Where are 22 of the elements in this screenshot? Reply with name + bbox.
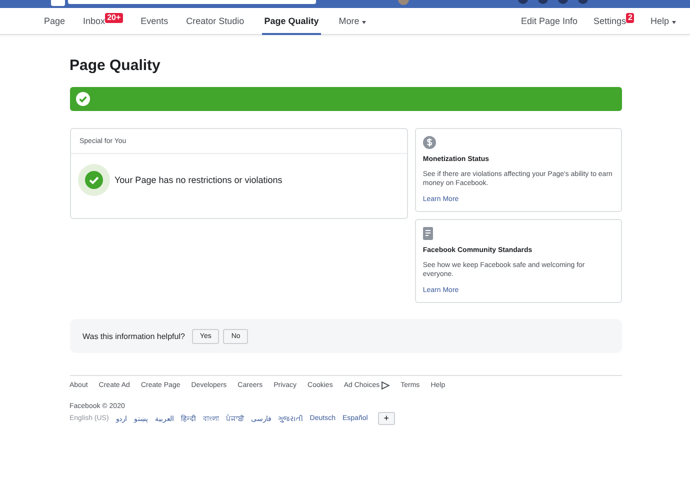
- check-icon: [76, 92, 90, 106]
- nav-tab[interactable]: Settings: [594, 8, 626, 35]
- nav-tab[interactable]: Page Quality: [262, 8, 321, 35]
- nav-tab[interactable]: More: [338, 8, 360, 35]
- status-message: Your Page has no restrictions or violations: [114, 175, 282, 185]
- nav-tab[interactable]: Help: [650, 8, 669, 35]
- page-title: Page Quality: [70, 57, 162, 75]
- caret-icon[interactable]: [672, 21, 676, 24]
- document-icon: [422, 227, 433, 240]
- nav-tab[interactable]: Events: [140, 8, 168, 35]
- feedback-question: Was this information helpful?: [82, 332, 185, 340]
- more-languages-button[interactable]: +: [378, 412, 396, 425]
- ad-choices-icon[interactable]: [380, 381, 390, 390]
- nav-tab[interactable]: Page: [44, 8, 66, 35]
- dollar-icon: [422, 136, 436, 149]
- nav-tab[interactable]: Creator Studio: [186, 8, 244, 35]
- caret-icon[interactable]: [362, 21, 366, 24]
- count-badge: 20+: [105, 13, 123, 23]
- nav-tab[interactable]: Inbox: [83, 8, 106, 35]
- count-badge: 2: [626, 13, 634, 23]
- nav-tab[interactable]: Edit Page Info: [520, 8, 578, 35]
- check-icon: [78, 164, 110, 196]
